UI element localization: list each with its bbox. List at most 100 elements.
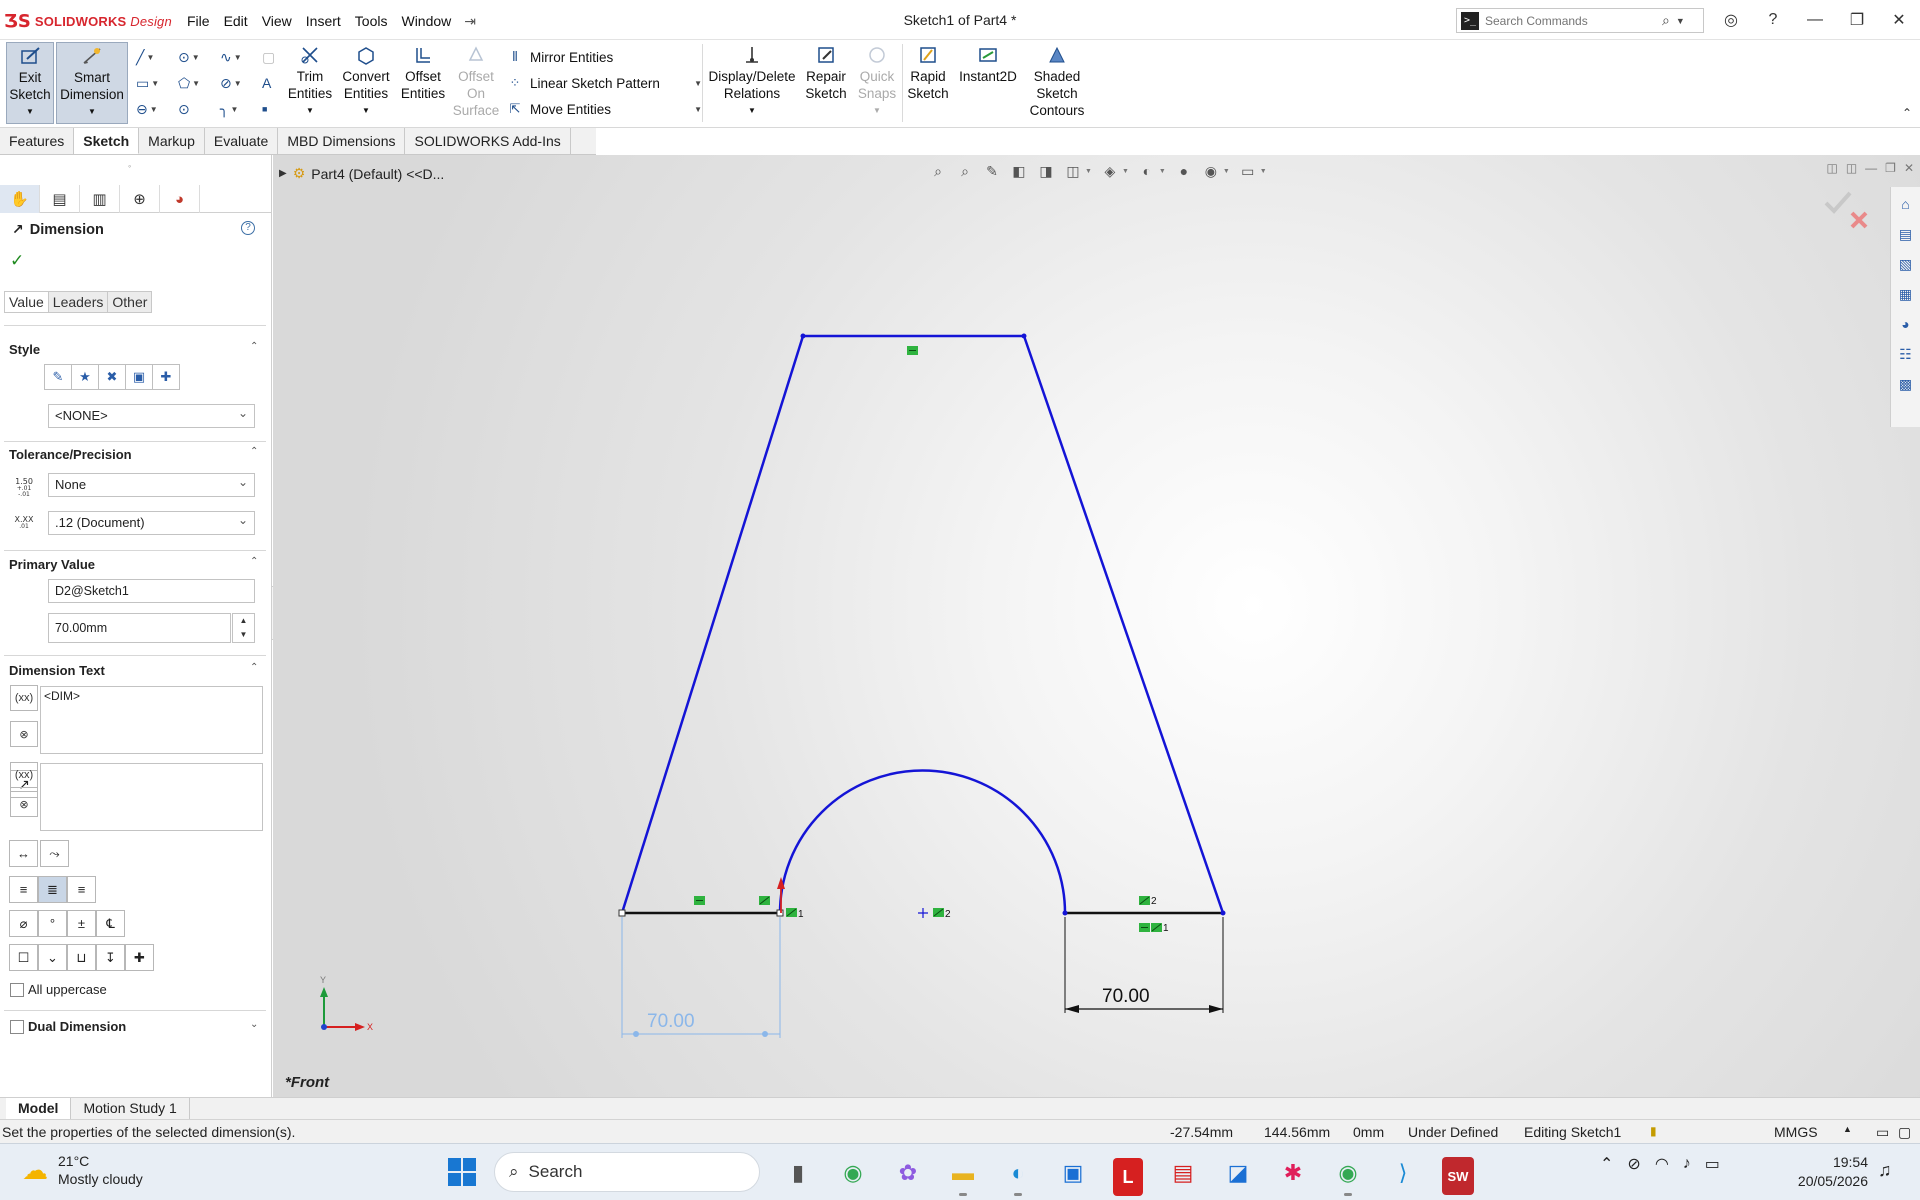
collapse-dimension-text-icon[interactable]: ⌃ [250, 662, 258, 673]
horizontal-relation-icon[interactable] [907, 346, 918, 355]
restore-button[interactable]: ❐ [1836, 10, 1878, 30]
move-entities-button[interactable]: ⇱ Move Entities ▼ [506, 96, 702, 122]
horizontal-relation-icon[interactable] [1139, 923, 1150, 932]
tab-value[interactable]: Value [4, 291, 48, 313]
taskbar-clock[interactable]: 19:54 20/05/2026 [1780, 1153, 1868, 1191]
tangent-relation-icon[interactable] [759, 896, 770, 905]
wifi-icon[interactable]: ◠ [1655, 1154, 1669, 1174]
search-icon[interactable]: ⌕ [1662, 12, 1670, 29]
selected-dimension-value[interactable]: 70.00 [647, 1011, 695, 1033]
taskbar-search[interactable]: ⌕ Search [494, 1152, 760, 1192]
tab-sketch[interactable]: Sketch [74, 128, 140, 154]
exit-sketch-button[interactable]: Exit Sketch ▼ [6, 42, 54, 124]
weather-widget[interactable]: ☁ 21°C Mostly cloudy [22, 1152, 143, 1188]
menu-insert[interactable]: Insert [299, 11, 348, 32]
units-dropdown-icon[interactable]: ▲ [1843, 1124, 1852, 1134]
battery-icon[interactable]: ▭ [1705, 1154, 1720, 1174]
sketch-point[interactable] [618, 909, 626, 917]
panel-drag-handle-icon[interactable]: ◦ [128, 161, 131, 171]
sketch-point[interactable] [776, 909, 784, 917]
show-hidden-icons-icon[interactable]: ⌃ [1600, 1154, 1613, 1174]
tab-markup[interactable]: Markup [139, 128, 205, 154]
trim-entities-button[interactable]: Trim Entities ▼ [286, 42, 334, 119]
chrome-profile-icon[interactable]: ◉ [1328, 1154, 1368, 1196]
align-right-icon[interactable]: ≡ [67, 876, 96, 903]
ellipse-icon[interactable]: ⊘ ▼ [220, 75, 256, 92]
style-select[interactable]: <NONE> [48, 402, 255, 428]
add-style-icon[interactable]: ★ [71, 364, 99, 390]
collapse-style-icon[interactable]: ⌃ [250, 341, 258, 352]
polygon-icon[interactable]: ⬠ ▼ [178, 75, 214, 92]
plus-minus-symbol-icon[interactable]: ± [67, 910, 96, 937]
microsoft-store-icon[interactable]: ▣ [1053, 1154, 1093, 1192]
unit-system[interactable]: MMGS [1774, 1124, 1818, 1140]
outlook-icon[interactable]: ◪ [1218, 1154, 1258, 1192]
collapse-primary-value-icon[interactable]: ⌃ [250, 556, 258, 567]
collapse-tolerance-icon[interactable]: ⌃ [250, 446, 258, 457]
menu-edit[interactable]: Edit [217, 11, 255, 32]
slot-icon[interactable]: ⊖ ▼ [136, 101, 172, 118]
inspection-dimension-icon[interactable]: ⊗ [10, 721, 38, 747]
graphics-area[interactable]: ▶ ⚙ Part4 (Default) <<D... ⌕ ⌕ ✎ ◧ ◨ ◫ ▼ … [273, 155, 1920, 1097]
linear-sketch-pattern-button[interactable]: ⁘ Linear Sketch Pattern ▼ [506, 70, 702, 96]
close-button[interactable]: ✕ [1878, 10, 1920, 30]
tab-features[interactable]: Features [0, 128, 75, 154]
smart-dimension-button[interactable]: Smart Dimension ▼ [56, 42, 128, 124]
coincident-relation-icon[interactable] [786, 908, 797, 917]
search-commands-input[interactable] [1485, 13, 1660, 28]
text-icon[interactable]: A [262, 75, 276, 91]
slack-icon[interactable]: ✱ [1273, 1154, 1313, 1192]
convert-entities-button[interactable]: Convert Entities ▼ [340, 42, 392, 119]
rebuild-indicator-icon[interactable]: ▮ [1650, 1124, 1657, 1138]
user-account-icon[interactable]: ◎ [1710, 10, 1752, 30]
line-icon[interactable]: ╱ ▼ [136, 49, 172, 66]
pin-menu-icon[interactable]: ⇥ [458, 11, 482, 32]
load-style-icon[interactable]: ✚ [152, 364, 180, 390]
tab-solidworks-add-ins[interactable]: SOLIDWORKS Add-Ins [405, 128, 571, 154]
configuration-manager-tab[interactable]: ⊕ [120, 185, 160, 213]
add-parentheses-icon[interactable]: (xx) [10, 685, 38, 711]
volume-icon[interactable]: ♪ [1683, 1155, 1691, 1173]
dimension-text-above[interactable]: <DIM> [40, 686, 263, 754]
more-symbols-icon[interactable]: ✚ [125, 944, 154, 971]
copilot-icon[interactable]: ✿ [888, 1154, 928, 1192]
ok-checkmark-button[interactable]: ✓ [10, 251, 24, 271]
instant2d-button[interactable]: Instant2D [954, 42, 1022, 85]
dual-dimension-checkbox[interactable]: Dual Dimension [10, 1019, 126, 1034]
sketch-fillet-icon[interactable]: ╮ ▼ [220, 101, 256, 118]
inspection-below-icon[interactable]: ⊗ [10, 791, 38, 817]
circle-icon[interactable]: ⊙ ▼ [178, 49, 214, 66]
arc-center-point[interactable] [918, 908, 928, 918]
dimension-value-field[interactable]: 70.00mm [48, 613, 231, 643]
value-spinner[interactable]: ▲ ▼ [232, 613, 255, 643]
file-explorer-icon[interactable]: ▬ [943, 1154, 983, 1196]
sketch-line-left[interactable] [620, 335, 805, 914]
menu-tools[interactable]: Tools [348, 11, 395, 32]
chat-icon[interactable]: ▢ [1898, 1124, 1911, 1141]
edge-icon[interactable]: ◐ [998, 1154, 1038, 1196]
sketch-point[interactable] [1021, 333, 1027, 339]
coincident-relation-icon[interactable] [933, 908, 944, 917]
dimension-name-field[interactable]: D2@Sketch1 [48, 579, 255, 603]
depth-symbol-icon[interactable]: ↧ [96, 944, 125, 971]
fillet-icon[interactable]: ⊙ [178, 101, 214, 118]
notification-bell-icon[interactable]: ♫ [1878, 1160, 1892, 1181]
minimize-button[interactable]: — [1794, 11, 1836, 29]
sketch-line-right[interactable] [1022, 335, 1225, 914]
display-manager-tab[interactable]: ◕ [160, 185, 200, 213]
custom-notification-icon[interactable]: ▭ [1876, 1124, 1889, 1141]
countersink-symbol-icon[interactable]: ⌄ [38, 944, 67, 971]
save-style-icon[interactable]: ▣ [125, 364, 153, 390]
tab-leaders[interactable]: Leaders [47, 291, 108, 313]
help-icon[interactable]: ? [241, 221, 255, 235]
vscode-icon[interactable]: ⟩ [1383, 1154, 1423, 1192]
property-manager-tab[interactable]: ▥ [80, 185, 120, 213]
start-button[interactable] [448, 1158, 476, 1186]
tab-other[interactable]: Other [107, 291, 153, 313]
point-icon[interactable]: ■ [262, 104, 276, 114]
tab-evaluate[interactable]: Evaluate [205, 128, 279, 154]
align-left-icon[interactable]: ≡ [9, 876, 38, 903]
mirror-entities-button[interactable]: ⫴ Mirror Entities [506, 44, 702, 70]
right-dimension-value[interactable]: 70.00 [1102, 986, 1150, 1008]
sketch-point[interactable] [1062, 910, 1068, 916]
